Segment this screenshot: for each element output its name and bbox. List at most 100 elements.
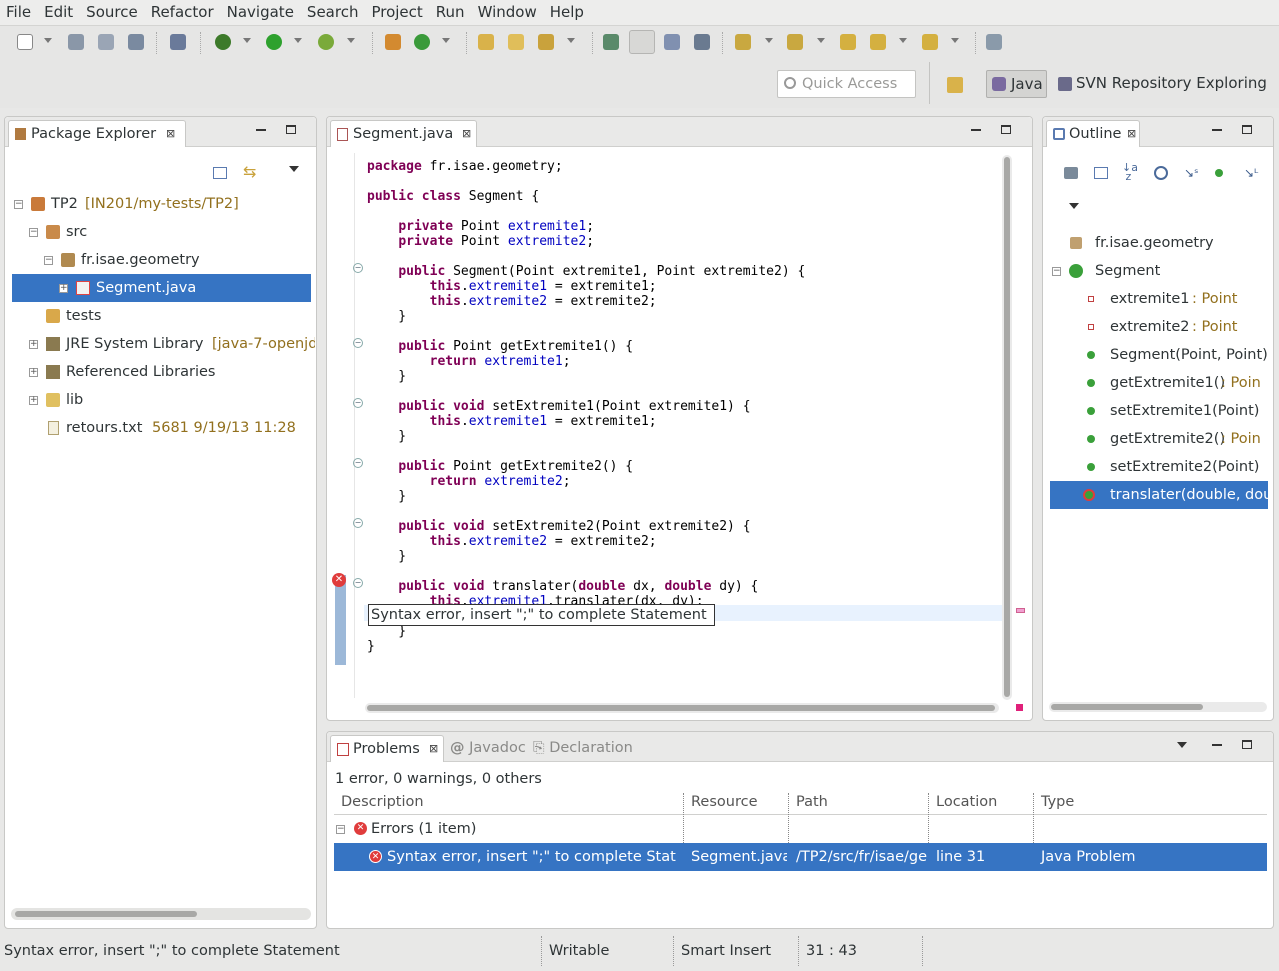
- tree-item-segment-java[interactable]: + Segment.java: [12, 274, 311, 302]
- menu-edit[interactable]: Edit: [38, 0, 80, 25]
- scrollbar-thumb[interactable]: [367, 705, 995, 711]
- open-type-icon[interactable]: [478, 34, 494, 50]
- maximize-icon[interactable]: [1242, 125, 1252, 134]
- search-icon[interactable]: [538, 34, 554, 50]
- expand-toggle-icon[interactable]: +: [29, 368, 38, 377]
- debug-dropdown-icon[interactable]: [243, 38, 251, 43]
- coverage-dropdown-icon[interactable]: [347, 38, 355, 43]
- sort-icon[interactable]: ↓a z: [1122, 162, 1140, 182]
- maximize-icon[interactable]: [286, 125, 296, 134]
- column-header-description[interactable]: Description: [341, 793, 424, 815]
- java-perspective-button[interactable]: Java: [986, 70, 1047, 98]
- toggle-mark-occurrences-icon[interactable]: [629, 30, 655, 54]
- expand-toggle-icon[interactable]: +: [59, 284, 68, 293]
- tab-outline[interactable]: Outline ⊠: [1046, 120, 1140, 147]
- open-folder-icon[interactable]: [508, 34, 524, 50]
- menu-project[interactable]: Project: [365, 0, 429, 25]
- quick-access-input[interactable]: Quick Access: [777, 70, 916, 98]
- annotation-icon[interactable]: [603, 34, 619, 50]
- column-header-type[interactable]: Type: [1041, 793, 1074, 815]
- open-perspective-icon[interactable]: [947, 77, 963, 93]
- minimize-icon[interactable]: [1212, 744, 1222, 746]
- scrollbar-thumb[interactable]: [15, 911, 197, 917]
- close-icon[interactable]: ⊠: [462, 128, 472, 139]
- outline-item-method[interactable]: setExtremite1(Point): [1043, 397, 1273, 425]
- problems-row[interactable]: ✕ Syntax error, insert ";" to complete S…: [334, 843, 1267, 871]
- minimize-icon[interactable]: [1212, 129, 1222, 131]
- tree-item-lib[interactable]: + lib: [5, 386, 315, 414]
- tab-problems[interactable]: Problems ⊠: [330, 735, 444, 762]
- save-icon[interactable]: [68, 34, 84, 50]
- horizontal-scrollbar[interactable]: [11, 908, 311, 920]
- svn-perspective-button[interactable]: SVN Repository Exploring: [1056, 70, 1271, 98]
- problems-group-errors[interactable]: − ✕ Errors (1 item): [334, 815, 1267, 843]
- outline-item-method[interactable]: getExtremite2() : Poin: [1043, 425, 1273, 453]
- print-icon[interactable]: [128, 34, 144, 50]
- tab-declaration[interactable]: ⎘ Declaration: [533, 735, 633, 762]
- menu-navigate[interactable]: Navigate: [221, 0, 301, 25]
- collapse-toggle-icon[interactable]: −: [44, 256, 53, 265]
- outline-item-method[interactable]: setExtremite2(Point): [1043, 453, 1273, 481]
- outline-item-method[interactable]: getExtremite1() : Poin: [1043, 369, 1273, 397]
- collapse-toggle-icon[interactable]: −: [336, 825, 345, 834]
- menu-refactor[interactable]: Refactor: [145, 0, 221, 25]
- expand-toggle-icon[interactable]: +: [29, 396, 38, 405]
- tab-package-explorer[interactable]: Package Explorer ⊠: [8, 120, 186, 147]
- hide-local-types-icon[interactable]: ↘ᴸ: [1244, 166, 1258, 180]
- menu-file[interactable]: File: [0, 0, 38, 25]
- menu-help[interactable]: Help: [544, 0, 591, 25]
- tab-segment-java[interactable]: Segment.java ⊠: [330, 120, 477, 147]
- tree-item-referenced-libraries[interactable]: + Referenced Libraries: [5, 358, 315, 386]
- collapse-toggle-icon[interactable]: −: [1052, 267, 1061, 276]
- next-annotation-icon[interactable]: [735, 34, 751, 50]
- outline-item-field[interactable]: extremite1 : Point: [1043, 285, 1273, 313]
- tree-item-tp2[interactable]: − TP2 [IN201/my-tests/TP2]: [5, 190, 315, 218]
- forward-icon[interactable]: [922, 34, 938, 50]
- tree-item-package[interactable]: − fr.isae.geometry: [5, 246, 315, 274]
- view-menu-icon[interactable]: [289, 166, 299, 172]
- focus-active-task-icon[interactable]: [1064, 167, 1078, 179]
- column-header-location[interactable]: Location: [936, 793, 997, 815]
- tree-item-tests[interactable]: tests: [5, 302, 315, 330]
- menu-source[interactable]: Source: [80, 0, 145, 25]
- horizontal-scrollbar[interactable]: [1049, 702, 1267, 712]
- new-icon[interactable]: [17, 34, 33, 50]
- collapse-all-icon[interactable]: [1094, 167, 1108, 179]
- vertical-scrollbar[interactable]: [1002, 155, 1012, 700]
- new-package-icon[interactable]: [385, 34, 401, 50]
- minimize-icon[interactable]: [256, 129, 266, 131]
- new-class-dropdown-icon[interactable]: [442, 38, 450, 43]
- menu-window[interactable]: Window: [472, 0, 544, 25]
- previous-annotation-icon[interactable]: [787, 34, 803, 50]
- pin-icon[interactable]: [170, 34, 186, 50]
- column-header-path[interactable]: Path: [796, 793, 828, 815]
- last-edit-icon[interactable]: [840, 34, 856, 50]
- tree-item-retours[interactable]: retours.txt 5681 9/19/13 11:28: [5, 414, 315, 442]
- previous-annotation-dropdown-icon[interactable]: [817, 38, 825, 43]
- back-dropdown-icon[interactable]: [899, 38, 907, 43]
- menu-search[interactable]: Search: [301, 0, 366, 25]
- scrollbar-thumb[interactable]: [1051, 704, 1203, 710]
- tree-item-jre[interactable]: + JRE System Library [java-7-openjd: [5, 330, 315, 358]
- view-menu-icon[interactable]: [1069, 203, 1079, 209]
- outline-item-field[interactable]: extremite2 : Point: [1043, 313, 1273, 341]
- view-menu-icon[interactable]: [1177, 742, 1187, 748]
- minimize-icon[interactable]: [971, 129, 981, 131]
- maximize-icon[interactable]: [1242, 740, 1252, 749]
- outline-item-class[interactable]: − Segment: [1043, 257, 1273, 285]
- block-selection-icon[interactable]: [664, 34, 680, 50]
- horizontal-scrollbar[interactable]: [365, 703, 999, 713]
- link-with-editor-icon[interactable]: ⇆: [243, 164, 259, 180]
- coverage-icon[interactable]: [318, 34, 334, 50]
- new-dropdown-icon[interactable]: [44, 38, 52, 43]
- tree-item-src[interactable]: − src: [5, 218, 315, 246]
- hide-static-icon[interactable]: ↘ˢ: [1184, 166, 1199, 180]
- tab-javadoc[interactable]: @ Javadoc: [450, 735, 526, 762]
- close-icon[interactable]: ⊠: [166, 128, 176, 139]
- menu-run[interactable]: Run: [430, 0, 472, 25]
- overview-error-marker[interactable]: [1016, 608, 1025, 613]
- hide-fields-icon[interactable]: [1154, 166, 1168, 180]
- maximize-icon[interactable]: [1001, 125, 1011, 134]
- save-all-icon[interactable]: [98, 34, 114, 50]
- collapse-toggle-icon[interactable]: −: [29, 228, 38, 237]
